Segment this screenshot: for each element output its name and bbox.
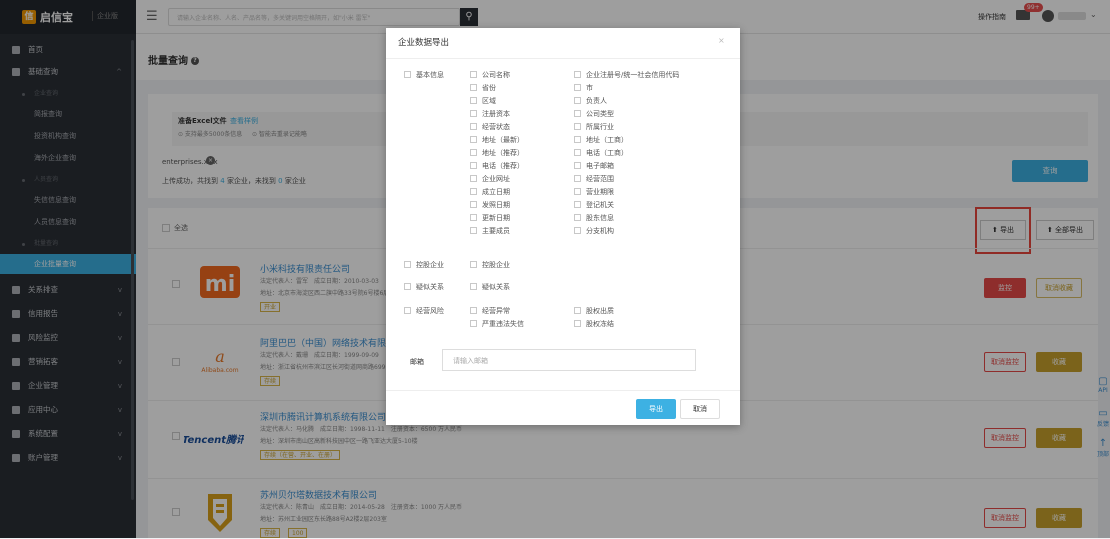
field-checkbox[interactable]: 注册资本 [470, 109, 510, 119]
field-checkbox[interactable]: 企业注册号/统一社会信用代码 [574, 70, 679, 80]
dialog-title: 企业数据导出 [398, 38, 450, 48]
field-checkbox[interactable]: 经营异常 [470, 306, 510, 316]
group-holding-checkbox[interactable]: 控股企业 [404, 260, 444, 270]
field-checkbox[interactable]: 负责人 [574, 96, 607, 106]
field-checkbox[interactable]: 市 [574, 83, 593, 93]
export-dialog: 企业数据导出 × 基本信息 控股企业 疑似关系 经营风险 公司名称 省份 区域 … [386, 28, 740, 425]
field-checkbox[interactable]: 所属行业 [574, 122, 614, 132]
field-checkbox[interactable]: 成立日期 [470, 187, 510, 197]
field-checkbox[interactable]: 公司名称 [470, 70, 510, 80]
field-checkbox[interactable]: 区域 [470, 96, 496, 106]
field-checkbox[interactable]: 企业网址 [470, 174, 510, 184]
field-checkbox[interactable]: 严重违法失信 [470, 319, 524, 329]
field-checkbox[interactable]: 更新日期 [470, 213, 510, 223]
field-checkbox[interactable]: 疑似关系 [470, 282, 510, 292]
field-checkbox[interactable]: 发照日期 [470, 200, 510, 210]
field-checkbox[interactable]: 经营状态 [470, 122, 510, 132]
field-checkbox[interactable]: 营业期限 [574, 187, 614, 197]
field-checkbox[interactable]: 地址（推荐） [470, 148, 524, 158]
field-checkbox[interactable]: 省份 [470, 83, 496, 93]
group-basic-checkbox[interactable]: 基本信息 [404, 70, 444, 80]
field-checkbox[interactable]: 地址（最新） [470, 135, 524, 145]
field-checkbox[interactable]: 登记机关 [574, 200, 614, 210]
group-suspect-checkbox[interactable]: 疑似关系 [404, 282, 444, 292]
field-checkbox[interactable]: 主要成员 [470, 226, 510, 236]
email-field[interactable]: 请输入邮箱 [442, 349, 696, 371]
field-checkbox[interactable]: 公司类型 [574, 109, 614, 119]
email-label: 邮箱 [410, 358, 424, 366]
group-risk-checkbox[interactable]: 经营风险 [404, 306, 444, 316]
confirm-export-button[interactable]: 导出 [636, 399, 676, 419]
field-checkbox[interactable]: 经营范围 [574, 174, 614, 184]
field-checkbox[interactable]: 分支机构 [574, 226, 614, 236]
field-checkbox[interactable]: 股权出质 [574, 306, 614, 316]
field-checkbox[interactable]: 电话（推荐） [470, 161, 524, 171]
field-checkbox[interactable]: 电子邮箱 [574, 161, 614, 171]
field-checkbox[interactable]: 控股企业 [470, 260, 510, 270]
field-checkbox[interactable]: 地址（工商） [574, 135, 628, 145]
field-checkbox[interactable]: 股东信息 [574, 213, 614, 223]
close-icon[interactable]: × [718, 36, 725, 45]
field-checkbox[interactable]: 电话（工商） [574, 148, 628, 158]
cancel-button[interactable]: 取消 [680, 399, 720, 419]
field-checkbox[interactable]: 股权冻结 [574, 319, 614, 329]
